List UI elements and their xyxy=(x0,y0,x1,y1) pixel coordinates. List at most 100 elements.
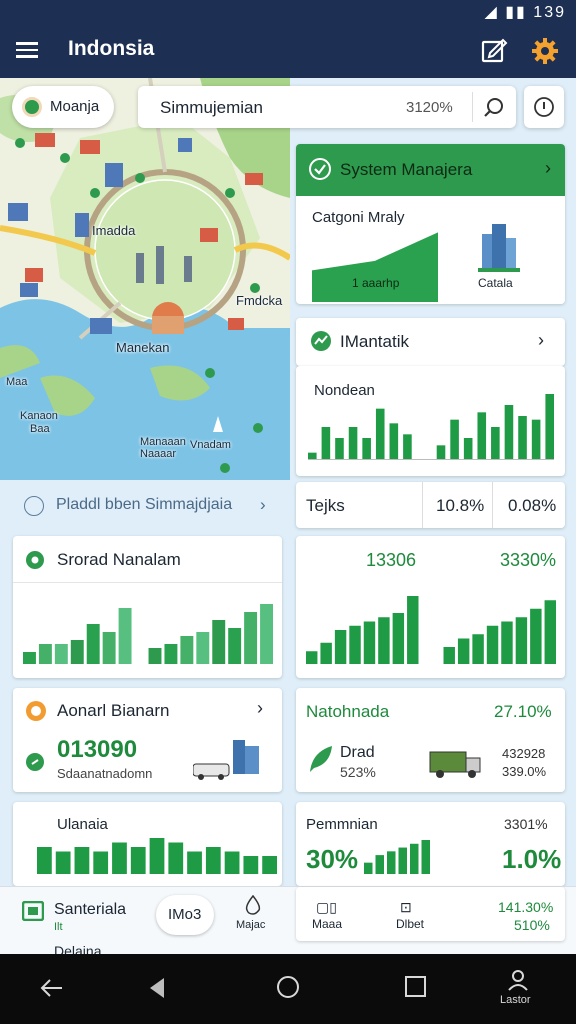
map-label: Baa xyxy=(30,423,50,435)
status-icons: ◢ ▮▮ 139 xyxy=(484,2,566,22)
chart-bar xyxy=(392,613,405,664)
ulanaia-card[interactable]: Ulanaia xyxy=(13,802,282,886)
chart-bar xyxy=(55,851,71,874)
map-label: Vnadam xyxy=(190,439,231,451)
chart-bar xyxy=(363,621,376,664)
drop-icon-label: Majac xyxy=(236,919,266,931)
menu-icon[interactable] xyxy=(14,38,40,64)
chart-bar xyxy=(421,840,430,874)
map-label: Imadda xyxy=(92,223,136,238)
filter-pill[interactable]: IMo3 xyxy=(156,895,214,935)
chart-bar xyxy=(515,617,528,664)
permnan-card[interactable]: Pemmnian 3301% 30% 1.0% xyxy=(296,802,565,886)
back-triangle-icon[interactable] xyxy=(148,976,168,1000)
chart-bar xyxy=(37,847,52,874)
trend-icon xyxy=(311,331,331,351)
drop-icon[interactable] xyxy=(242,895,264,915)
natohade-item-sub: 523% xyxy=(340,764,376,780)
map-navigation-row[interactable]: Pladdl bben Simmajdjaia › xyxy=(0,484,290,528)
bar-chart xyxy=(37,838,277,874)
natohade-right-value: 339.0% xyxy=(502,764,547,779)
chart-bar xyxy=(545,394,554,460)
recents-icon[interactable] xyxy=(404,975,428,999)
leaf-icon xyxy=(310,746,332,772)
nav-row-label: Pladdl bben Simmajdjaia xyxy=(56,496,233,513)
chart-bar xyxy=(518,416,527,460)
building-icon-label: Catala xyxy=(478,276,513,290)
natohade-percent: 27.10% xyxy=(494,702,552,721)
search-percent: 3120% xyxy=(406,99,453,116)
city-vehicle-icon xyxy=(193,740,259,780)
location-chip[interactable]: Moanja xyxy=(12,86,114,128)
mantatik-chart-card: Nondean xyxy=(296,366,565,476)
info-button[interactable] xyxy=(524,86,564,128)
system-navigation-bar: Lastor xyxy=(0,954,576,1024)
grid-icon[interactable]: ▢▯ xyxy=(316,899,337,916)
aonarl-title: Aonarl Bianarn xyxy=(57,701,170,720)
chart-bar xyxy=(375,408,385,460)
mantatik-card-header[interactable]: IMantatik › xyxy=(296,318,565,366)
natohade-item-title: Drad xyxy=(340,744,375,761)
bottom-left-title[interactable]: Santeriala xyxy=(54,901,126,919)
back-arrow-icon[interactable] xyxy=(38,974,66,1002)
divider xyxy=(472,92,473,122)
chart-bar xyxy=(504,405,514,460)
map-label: Manekan xyxy=(116,340,170,355)
natohade-card[interactable]: Natohnada 27.10% Drad 523% 432928 339.0% xyxy=(296,688,565,792)
aonarl-card[interactable]: Aonarl Bianarn › 013090 Sdaanatnadomn xyxy=(13,688,282,792)
gear-icon[interactable] xyxy=(530,36,560,66)
chart-bar xyxy=(212,620,226,664)
chart-bar xyxy=(118,608,132,664)
bar-chart xyxy=(306,596,556,664)
tabs-row[interactable]: Tejks 10.8% 0.08% xyxy=(296,482,565,528)
srorad-title: Srorad Nanalam xyxy=(57,550,181,569)
search-input[interactable]: Simmujemian xyxy=(160,98,263,118)
chart-bar xyxy=(443,647,455,664)
chart-bar xyxy=(180,636,194,664)
chart-bar xyxy=(491,427,500,460)
chart-bar xyxy=(389,423,399,460)
chart-bar xyxy=(486,625,499,664)
chart-bar xyxy=(308,452,317,460)
board-icon[interactable]: ⊡ xyxy=(400,899,412,916)
info-icon xyxy=(534,97,554,117)
chart-bar xyxy=(378,617,390,664)
info-icon xyxy=(24,496,44,516)
chart-bar xyxy=(531,419,541,460)
area-chart-label: 1 aaarhp xyxy=(352,276,400,290)
filter-pill-label: IMo3 xyxy=(168,906,202,923)
chevron-right-icon: › xyxy=(257,698,263,718)
tab-label[interactable]: Tejks xyxy=(306,496,345,516)
account-icon[interactable] xyxy=(506,968,530,992)
chart-bar xyxy=(168,842,184,874)
tab-value[interactable]: 10.8% xyxy=(436,496,484,516)
clock-time: 139 xyxy=(533,4,566,21)
bottom-item-label: Maaa xyxy=(312,917,343,931)
chart-bar xyxy=(530,608,542,664)
page-title: Indonsia xyxy=(68,37,155,60)
system-card-header[interactable]: System Manajera › xyxy=(296,144,565,196)
chart-bar xyxy=(260,604,273,664)
location-dot-icon xyxy=(22,97,42,117)
bottom-left-sub: Ilt xyxy=(54,921,63,933)
search-icon[interactable] xyxy=(482,95,506,119)
tab-value[interactable]: 0.08% xyxy=(508,496,556,516)
chart-bar xyxy=(54,644,68,664)
mantatik-title: IMantatik xyxy=(340,332,409,351)
chart-bar xyxy=(375,855,384,874)
srorad-card[interactable]: Srorad Nanalam xyxy=(13,536,282,678)
card-icon xyxy=(22,901,44,921)
city-map[interactable]: Imadda Fmdcka Manekan Kanaon Baa Manaaan… xyxy=(0,78,290,480)
bottom-right-card: ▢▯ Maaa ⊡ Dlbet 141.30% 510% xyxy=(296,887,565,941)
map-label: Maa xyxy=(6,376,28,388)
chart-bar xyxy=(334,630,347,664)
edit-icon[interactable] xyxy=(480,37,508,65)
leaf-icon xyxy=(26,551,44,569)
signal-icon: ▮▮ xyxy=(505,4,527,21)
permnan-title: Pemmnian xyxy=(306,816,378,833)
home-icon[interactable] xyxy=(275,974,301,1000)
bar-chart xyxy=(23,604,273,664)
bar-chart xyxy=(364,840,430,874)
search-bar[interactable]: Simmujemian 3120% xyxy=(138,86,516,128)
chart-bar xyxy=(196,632,210,664)
